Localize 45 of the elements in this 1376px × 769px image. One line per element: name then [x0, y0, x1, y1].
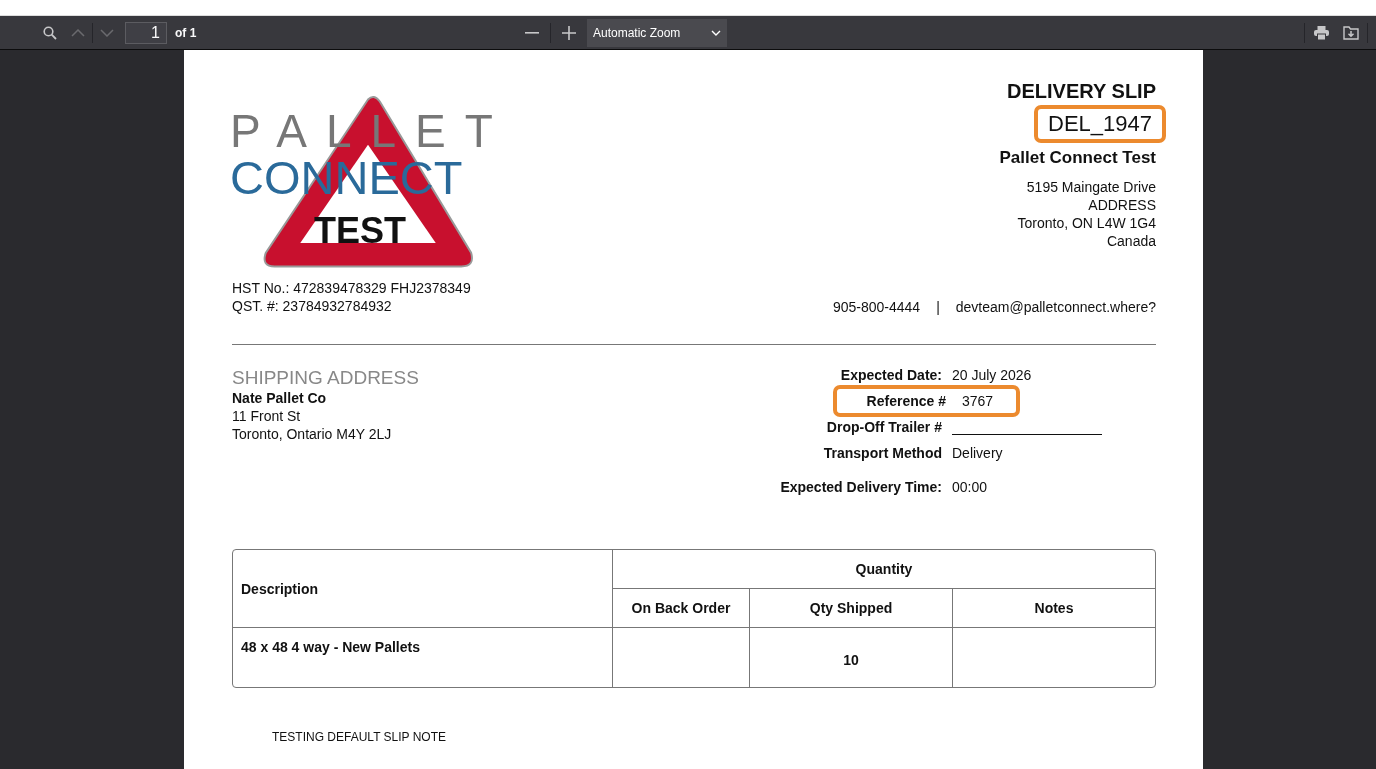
previous-page-icon — [71, 28, 85, 37]
field-label: Expected Date: — [839, 367, 942, 383]
column-header: On Back Order — [613, 589, 750, 628]
download-icon — [1343, 25, 1359, 40]
table-cell: 48 x 48 4 way - New Pallets — [233, 628, 613, 687]
address-line: ADDRESS — [1088, 196, 1156, 214]
column-header: Description — [233, 550, 613, 628]
print-icon — [1313, 25, 1329, 40]
field-label: Drop-Off Trailer # — [825, 419, 942, 435]
next-page-icon — [100, 28, 114, 37]
slip-number: DEL_1947 — [1034, 105, 1166, 143]
field-value: 00:00 — [952, 479, 989, 495]
table-cell: 10 — [750, 628, 953, 687]
field-value: 20 July 2026 — [952, 367, 1033, 383]
search-icon — [43, 25, 57, 40]
address-line: Canada — [1106, 232, 1156, 250]
zoom-in-icon — [562, 25, 576, 40]
field-label: Reference # — [832, 385, 952, 417]
zoom-dropdown[interactable]: Automatic Zoom — [587, 18, 727, 47]
document-title: DELIVERY SLIP — [1007, 80, 1156, 103]
logo-sign-text: TEST — [314, 213, 406, 249]
company-name: Pallet Connect Test — [999, 148, 1156, 168]
page-number-field[interactable]: 1 — [125, 21, 167, 44]
zoom-out-icon — [525, 31, 539, 34]
separator-text: | — [936, 299, 940, 315]
column-header: Quantity — [613, 550, 1155, 589]
tax-number: QST. #: 23784932784932 — [232, 297, 393, 315]
section-heading: SHIPPING ADDRESS — [232, 367, 419, 389]
tax-number: HST No.: 472839478329 FHJ2378349 — [232, 279, 471, 297]
field-label: Expected Delivery Time: — [780, 479, 942, 495]
recipient-name: Nate Pallet Co — [232, 389, 328, 407]
column-header: Qty Shipped — [750, 589, 953, 628]
field-value: 3767 — [952, 385, 1020, 417]
field-label: Transport Method — [822, 445, 942, 461]
caret-icon — [711, 29, 721, 36]
address-line: Toronto, Ontario M4Y 2LJ — [232, 425, 393, 443]
phone-number: 905-800-4444 — [832, 299, 921, 315]
address-line: 11 Front St — [232, 407, 302, 425]
slip-note: TESTING DEFAULT SLIP NOTE — [272, 730, 448, 744]
field-value: Delivery — [952, 445, 1004, 461]
address-line: Toronto, ON L4W 1G4 — [1017, 214, 1156, 232]
email-address: devteam@palletconnect.where? — [955, 299, 1156, 315]
page-count: of 1 — [175, 25, 197, 40]
address-line: 5195 Maingate Drive — [1026, 178, 1156, 196]
column-header: Notes — [953, 589, 1155, 628]
